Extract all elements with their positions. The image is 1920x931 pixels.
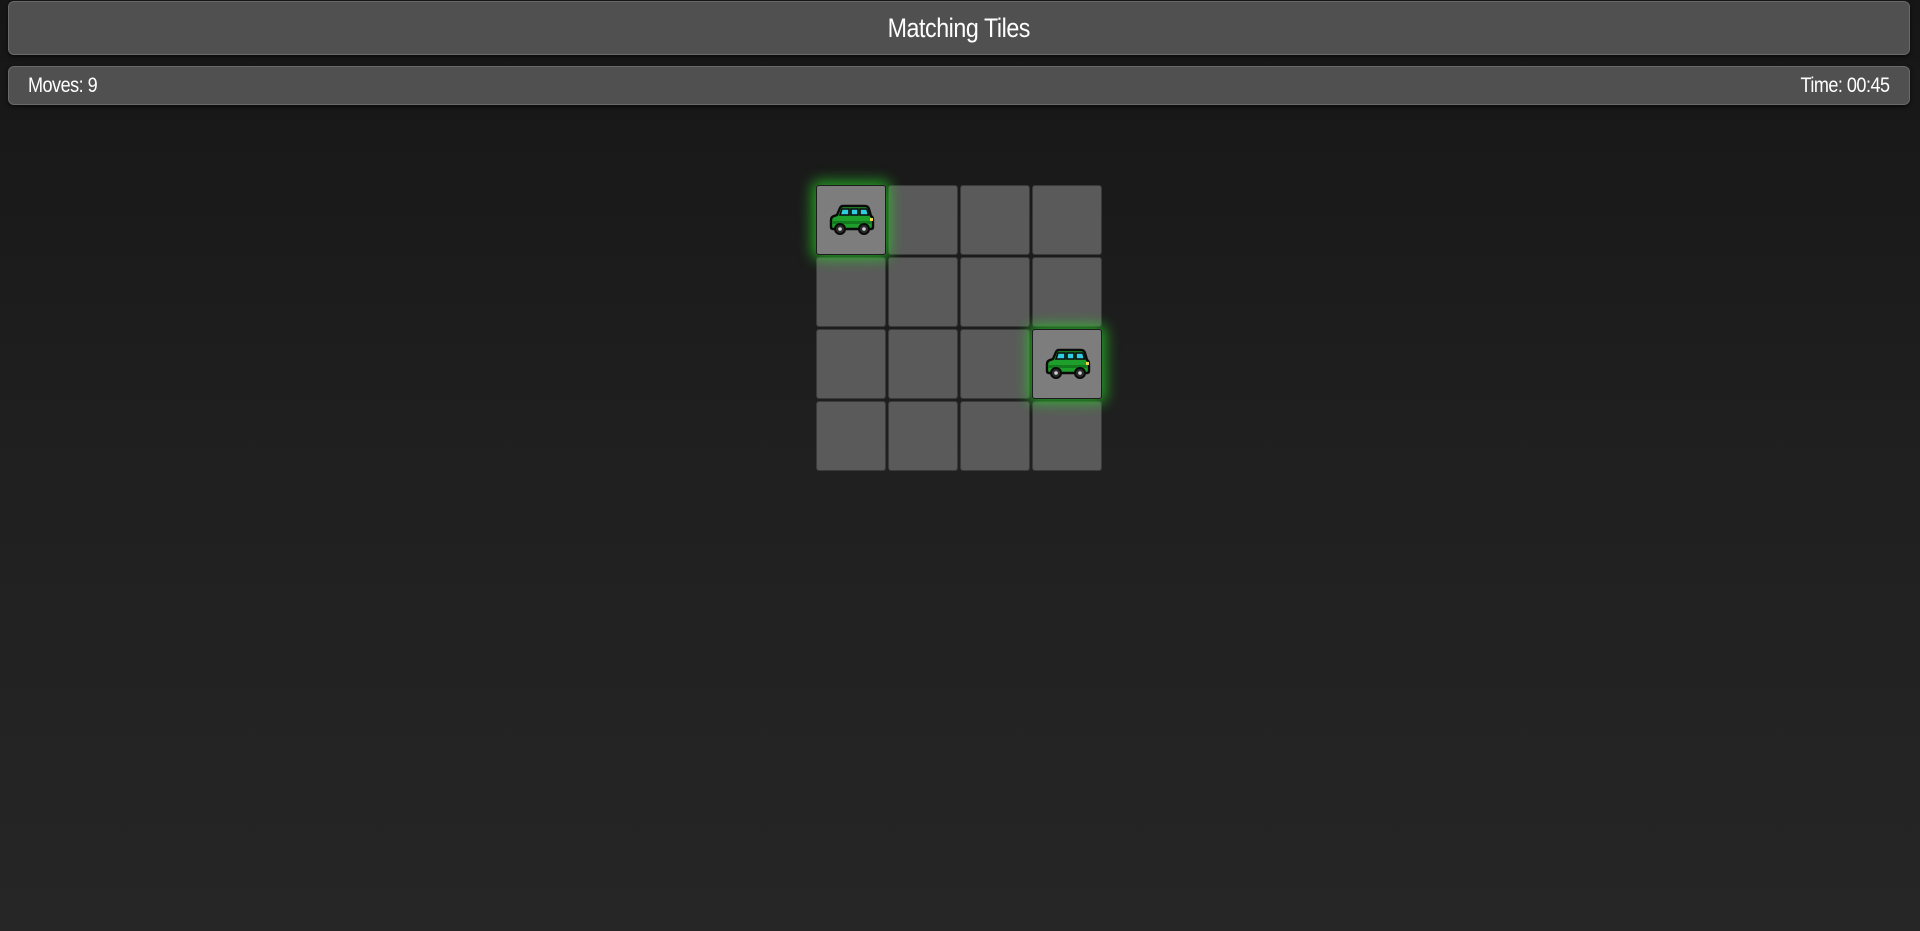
tile-r4-c3[interactable] (960, 401, 1030, 471)
suv-car-icon (1043, 347, 1091, 381)
tile-r2-c2[interactable] (888, 257, 958, 327)
stats-bar: Moves: 9 Time: 00:45 (8, 66, 1910, 105)
tile-r1-c2[interactable] (888, 185, 958, 255)
tile-r3-c2[interactable] (888, 329, 958, 399)
tile-r1-c4[interactable] (1032, 185, 1102, 255)
tile-r3-c4[interactable] (1032, 329, 1102, 399)
moves-counter: Moves: 9 (28, 73, 98, 97)
tile-board (816, 185, 1104, 473)
tile-r4-c4[interactable] (1032, 401, 1102, 471)
tile-r1-c1[interactable] (816, 185, 886, 255)
tile-r4-c1[interactable] (816, 401, 886, 471)
tile-r2-c3[interactable] (960, 257, 1030, 327)
tile-r2-c1[interactable] (816, 257, 886, 327)
tile-r3-c1[interactable] (816, 329, 886, 399)
tile-r3-c3[interactable] (960, 329, 1030, 399)
game-title: Matching Tiles (887, 12, 1031, 43)
tile-r1-c3[interactable] (960, 185, 1030, 255)
tile-r2-c4[interactable] (1032, 257, 1102, 327)
timer: Time: 00:45 (1800, 73, 1891, 97)
title-bar: Matching Tiles (8, 1, 1910, 55)
tile-r4-c2[interactable] (888, 401, 958, 471)
suv-car-icon (827, 203, 875, 237)
